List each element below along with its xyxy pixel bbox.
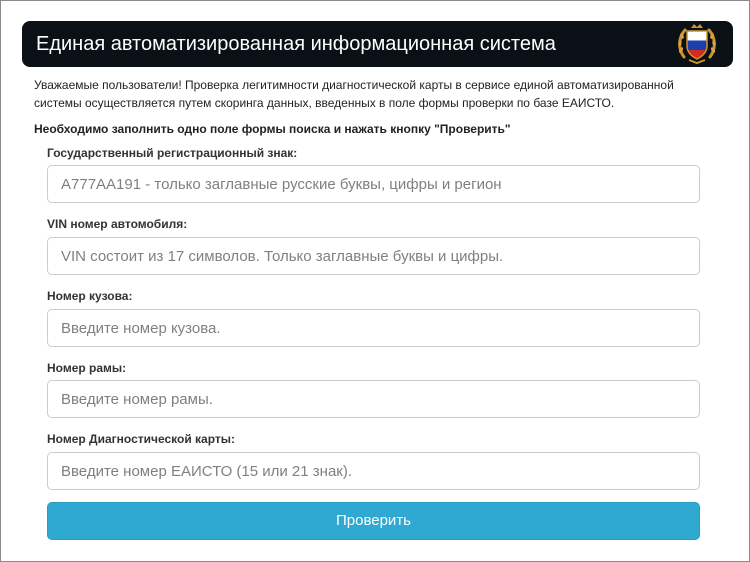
plate-number-input[interactable] <box>47 165 700 203</box>
russian-flag-emblem-icon <box>675 22 719 66</box>
header-bar: Единая автоматизированная информационная… <box>22 21 733 67</box>
intro-text: Уважаемые пользователи! Проверка легитим… <box>34 78 674 110</box>
diagnostic-card-input[interactable] <box>47 452 700 490</box>
vin-input[interactable] <box>47 237 700 275</box>
instruction-text: Необходимо заполнить одно поле формы пои… <box>34 122 511 136</box>
diagnostic-card-label: Номер Диагностической карты: <box>47 432 236 446</box>
check-button[interactable]: Проверить <box>47 502 700 540</box>
vin-label: VIN номер автомобиля: <box>47 217 188 231</box>
plate-number-label: Государственный регистрационный знак: <box>47 146 298 160</box>
frame-number-input[interactable] <box>47 380 700 418</box>
frame-number-label: Номер рамы: <box>47 361 127 375</box>
body-number-label: Номер кузова: <box>47 289 133 303</box>
page-title: Единая автоматизированная информационная… <box>36 33 556 55</box>
body-number-input[interactable] <box>47 309 700 347</box>
page-frame: Единая автоматизированная информационная… <box>0 0 750 562</box>
